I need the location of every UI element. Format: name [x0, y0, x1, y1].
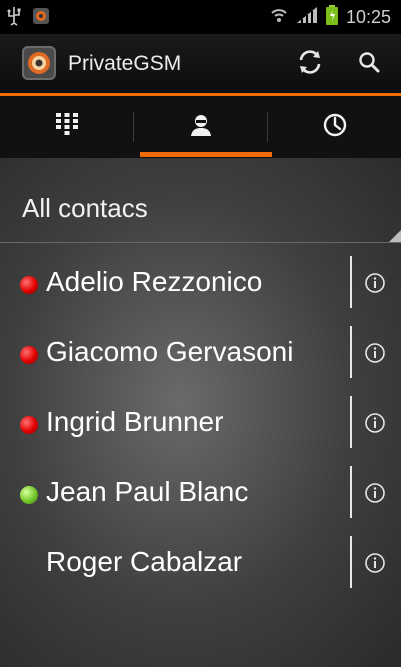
row-divider: [350, 536, 352, 588]
contact-row[interactable]: Adelio Rezzonico: [0, 249, 401, 319]
dialpad-icon: [55, 112, 79, 142]
tab-bar: [0, 96, 401, 158]
contact-info-button[interactable]: [363, 341, 387, 365]
action-bar: PrivateGSM: [0, 34, 401, 96]
contact-name: Jean Paul Blanc: [46, 476, 249, 507]
info-icon: [365, 273, 385, 293]
info-icon: [365, 343, 385, 363]
row-divider: [350, 256, 352, 308]
search-button[interactable]: [353, 48, 385, 80]
contacts-filter-label: All contacs: [22, 193, 148, 223]
sync-button[interactable]: [294, 48, 326, 80]
contact-name: Ingrid Brunner: [46, 406, 224, 437]
status-left-icons: [6, 6, 50, 30]
app-logo-icon[interactable]: [22, 46, 56, 80]
clock-icon: [322, 112, 348, 142]
info-icon: [365, 413, 385, 433]
contact-info-button[interactable]: [363, 481, 387, 505]
contacts-icon: [188, 112, 214, 142]
app-notification-icon: [32, 7, 50, 29]
tab-history[interactable]: [268, 96, 401, 158]
sync-icon: [297, 49, 323, 79]
tab-contacts[interactable]: [134, 96, 267, 158]
usb-icon: [6, 6, 22, 30]
contacts-panel: All contacs Adelio Rezzonico Giacomo Ger…: [0, 158, 401, 667]
battery-icon: [325, 5, 338, 30]
spinner-corner-icon: [389, 230, 401, 242]
contact-name: Adelio Rezzonico: [46, 266, 263, 297]
status-dot-icon: [20, 486, 38, 504]
info-icon: [365, 553, 385, 573]
tab-dialpad[interactable]: [0, 96, 133, 158]
contact-info-button[interactable]: [363, 551, 387, 575]
contact-row[interactable]: Roger Cabalzar: [0, 529, 401, 599]
search-icon: [357, 50, 381, 78]
row-divider: [350, 466, 352, 518]
contact-name: Roger Cabalzar: [46, 546, 243, 577]
status-time: 10:25: [345, 7, 391, 27]
contact-info-button[interactable]: [363, 271, 387, 295]
status-dot-icon: [20, 276, 38, 294]
row-divider: [350, 326, 352, 378]
status-dot-icon: [20, 346, 38, 364]
status-bar: 10:25: [0, 0, 401, 34]
selected-tab-indicator: [140, 152, 272, 157]
contact-row[interactable]: Jean Paul Blanc: [0, 459, 401, 529]
contacts-filter-spinner[interactable]: All contacs: [0, 158, 401, 243]
contact-name: Giacomo Gervasoni: [46, 336, 294, 367]
contact-row[interactable]: Giacomo Gervasoni: [0, 319, 401, 389]
status-dot-icon: [20, 416, 38, 434]
contact-row[interactable]: Ingrid Brunner: [0, 389, 401, 459]
app-title: PrivateGSM: [68, 52, 182, 75]
contact-info-button[interactable]: [363, 411, 387, 435]
row-divider: [350, 396, 352, 448]
wifi-icon: [270, 6, 288, 29]
signal-icon: [296, 6, 318, 29]
info-icon: [365, 483, 385, 503]
status-right-icons: 10:25: [270, 5, 391, 30]
